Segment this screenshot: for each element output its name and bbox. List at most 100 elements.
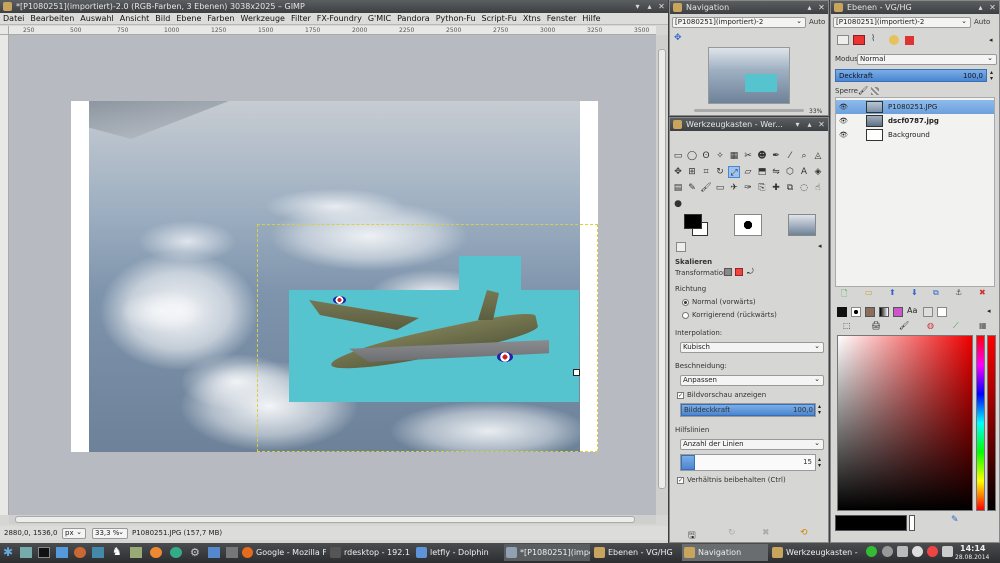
terminal-icon[interactable] [38,547,50,558]
clipping-select[interactable]: Anpassen [680,375,824,386]
menu-fenster[interactable]: Fenster [544,14,580,23]
scales-selector-icon[interactable]: ⟋ [953,321,959,331]
layers-titlebar[interactable]: Ebenen - VG/HG ▴ ✕ [831,1,999,14]
menu-filter[interactable]: Filter [288,14,314,23]
layer-opacity-spin-icon[interactable]: ▴ ▾ [990,70,993,82]
airbrush-icon[interactable]: ✈ [728,182,740,194]
maximize-icon[interactable]: ▴ [976,3,985,12]
lasso-icon[interactable]: ʘ [700,150,712,162]
menu-ebene[interactable]: Ebene [173,14,204,23]
task-gimp[interactable]: *[P1080251](impo... [504,544,590,561]
color-square[interactable] [837,335,973,511]
menu-fx-foundry[interactable]: FX-Foundry [314,14,365,23]
mode-select[interactable]: Normal [857,54,997,65]
guides-select[interactable]: Anzahl der Linien [680,439,824,450]
current-fg-color[interactable] [835,515,907,531]
horizontal-scroll-thumb[interactable] [15,516,635,523]
task-layers[interactable]: Ebenen - VG/HG [592,544,678,561]
fg-bg-tab-icon[interactable] [837,307,847,317]
maximize-icon[interactable]: ▴ [805,3,814,12]
scale-icon[interactable]: ⤢ [728,166,740,178]
save-options-icon[interactable]: 🖫 [688,528,696,544]
anchor-layer-icon[interactable]: ⚓ [955,288,962,297]
close-icon[interactable]: ✕ [657,2,666,11]
horizontal-ruler[interactable]: 250 500 750 1000 1250 1500 1750 2000 2250 2500 275… [9,26,656,35]
task-navigation[interactable]: Navigation [682,544,768,561]
menu-pandora[interactable]: Pandora [394,14,433,23]
restore-options-icon[interactable]: ↻ [728,528,736,538]
layer-row-dscf0787[interactable]: 👁 dscf0787.jpg [836,114,994,128]
menu-auswahl[interactable]: Auswahl [77,14,116,23]
gimp-launcher-icon[interactable] [130,547,142,558]
unit-select[interactable]: px [62,528,86,539]
shear-icon[interactable]: ▱ [742,166,754,178]
menu-bearbeiten[interactable]: Bearbeiten [27,14,77,23]
smudge-icon[interactable]: ☝ [812,182,824,194]
layer-name[interactable]: P1080251.JPG [888,100,937,114]
paintbrush-icon[interactable]: 🖌 [700,182,712,194]
eye-icon[interactable]: 👁 [839,100,848,114]
new-layer-icon[interactable]: 🗋 [841,288,847,302]
task-dolphin[interactable]: letfly - Dolphin [414,544,502,561]
tray-battery-icon[interactable] [942,546,953,557]
close-icon[interactable]: ✕ [988,3,997,12]
foreground-color-swatch[interactable] [684,214,702,229]
fuzzy-select-icon[interactable]: ✧ [714,150,726,162]
channel-strip[interactable] [987,335,996,511]
transform-layer-icon[interactable] [724,268,732,276]
reset-options-icon[interactable]: ⟲ [800,528,808,538]
blend-icon[interactable]: ▤ [672,182,684,194]
minimize-icon[interactable]: ▾ [793,120,802,129]
cmyk-selector-icon[interactable]: 🖨 [871,321,881,330]
blur-icon[interactable]: ◌ [798,182,810,194]
maximize-icon[interactable]: ▴ [645,2,654,11]
move-icon[interactable]: ✥ [672,166,684,178]
menu-farben[interactable]: Farben [204,14,237,23]
task-toolbox[interactable]: Werkzeugkasten - ... [770,544,858,561]
document-history-tab-icon[interactable] [923,307,933,317]
menu-xtns[interactable]: Xtns [520,14,544,23]
close-icon[interactable]: ✕ [817,120,826,129]
transform-selection-icon[interactable] [735,268,743,276]
desktop-icon[interactable] [20,547,32,558]
palettes-tab-icon[interactable] [893,307,903,317]
perspective-clone-icon[interactable]: ⧉ [784,182,796,194]
zoom-select[interactable]: 33,3 % [92,528,128,539]
measure-icon[interactable]: ◬ [812,150,824,162]
lock-alpha-icon[interactable] [871,87,879,95]
paths-icon[interactable]: ✒ [770,150,782,162]
color-select-icon[interactable]: ▦ [728,150,740,162]
browser-launcher-icon[interactable] [74,547,86,558]
palette-selector-icon[interactable]: ▦ [979,321,987,330]
delete-layer-icon[interactable]: ✖ [979,288,986,297]
kde-menu-icon[interactable]: ✱ [3,545,13,559]
layer-row-background[interactable]: 👁 Background [836,128,994,142]
show-preview-checkbox[interactable]: ✓ Bildvorschau anzeigen [677,391,766,399]
rect-select-icon[interactable]: ▭ [672,150,684,162]
images-tab-icon[interactable] [937,307,947,317]
layer-name[interactable]: dscf0787.jpg [888,114,939,128]
text-icon[interactable]: A [798,166,810,178]
vertical-ruler[interactable] [0,35,9,515]
colors-menu-icon[interactable]: ◂ [987,307,991,315]
navigation-preview[interactable] [708,47,790,104]
inkscape-icon[interactable]: ♞ [112,545,122,558]
toolbox-menu-icon[interactable]: ◂ [818,242,822,250]
maximize-icon[interactable]: ▴ [805,120,814,129]
guide-lines-slider[interactable]: 15 [680,454,816,471]
eraser-icon[interactable]: ▭ [714,182,726,194]
watercolor-selector-icon[interactable]: 🖌 [899,321,909,330]
pencil-icon[interactable]: ✎ [686,182,698,194]
delete-options-icon[interactable]: ✖ [762,528,770,538]
direction-normal-radio[interactable]: Normal (vorwärts) [682,298,756,306]
task-firefox[interactable]: Google - Mozilla Fi... [240,544,326,561]
scissors-icon[interactable]: ✂ [742,150,754,162]
ellipse-select-icon[interactable]: ◯ [686,150,698,162]
opacity-spin-icon[interactable]: ▴ ▾ [818,404,821,416]
dolphin-launcher-icon[interactable] [208,547,220,558]
color-picker-icon[interactable]: ✎ [951,515,959,525]
menu-hilfe[interactable]: Hilfe [579,14,603,23]
pattern-preview[interactable] [788,214,816,236]
interpolation-select[interactable]: Kubisch [680,342,824,353]
patterns-tab-icon[interactable] [865,307,875,317]
